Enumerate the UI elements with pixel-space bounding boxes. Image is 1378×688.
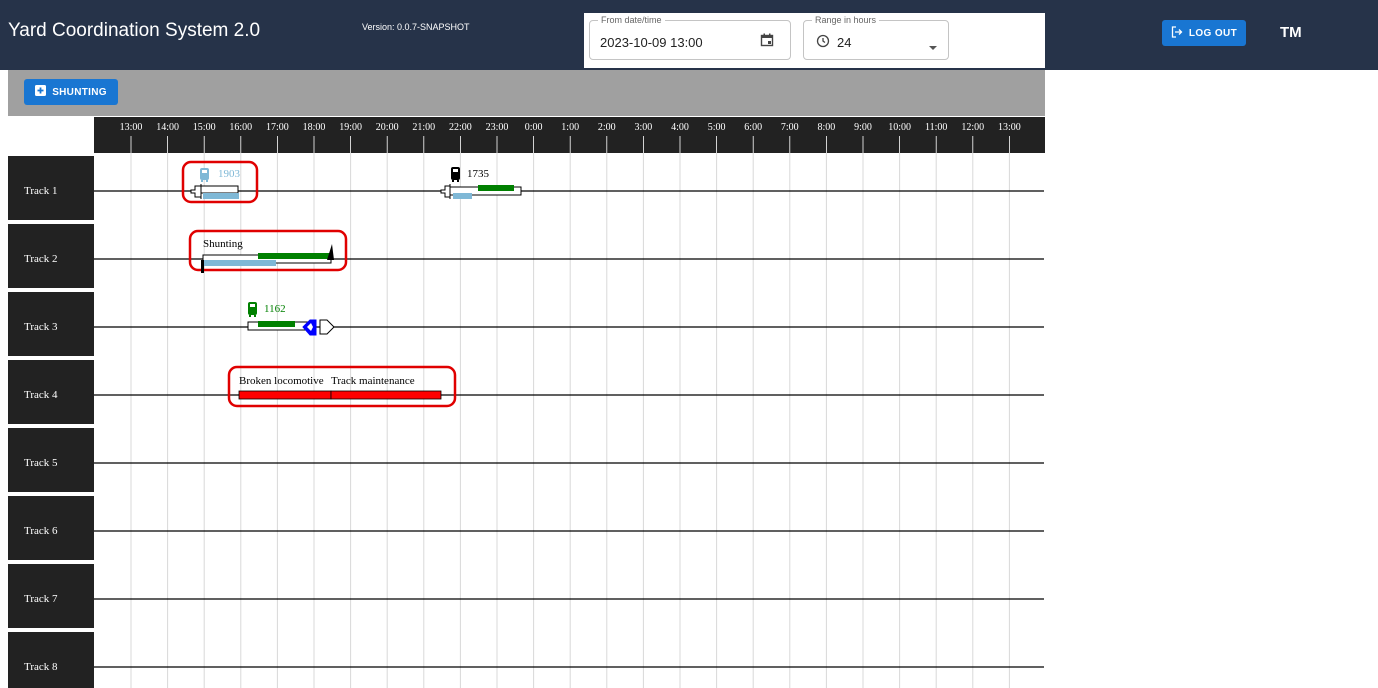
chevron-down-icon[interactable] bbox=[928, 38, 938, 56]
from-date-value[interactable]: 2023-10-09 13:00 bbox=[600, 35, 703, 50]
track-row: Track 4 bbox=[8, 360, 1044, 424]
track-label: Track 7 bbox=[24, 593, 58, 605]
clock-icon bbox=[816, 34, 830, 53]
locomotive-icon bbox=[451, 167, 460, 182]
app-title: Yard Coordination System 2.0 bbox=[8, 20, 261, 41]
locomotive-number: 1903 bbox=[218, 168, 241, 180]
exit-marker bbox=[319, 319, 335, 335]
track-row: Track 8 bbox=[8, 632, 1044, 688]
hour-label: 8:00 bbox=[818, 122, 836, 133]
range-hours-label: Range in hours bbox=[812, 14, 880, 26]
event-1162[interactable]: 1162 bbox=[247, 302, 335, 336]
track-label: Track 4 bbox=[24, 389, 58, 401]
hour-label: 12:00 bbox=[961, 122, 984, 133]
hour-label: 2:00 bbox=[598, 122, 616, 133]
event-bar bbox=[200, 185, 239, 194]
hour-grid bbox=[130, 153, 1010, 688]
event-bar-green bbox=[478, 185, 514, 191]
from-date-field[interactable]: From date/time 2023-10-09 13:00 bbox=[589, 14, 791, 60]
track-label: Track 6 bbox=[24, 525, 58, 537]
track-label: Track 2 bbox=[24, 253, 58, 265]
track-rows: Track 1 Track 2 Track 3 Track 4 Track 5 Track… bbox=[8, 156, 1044, 688]
event-1903[interactable]: 1903 bbox=[181, 160, 259, 204]
hour-label: 5:00 bbox=[708, 122, 726, 133]
start-marker bbox=[201, 260, 204, 273]
event-1735[interactable]: 1735 bbox=[440, 167, 522, 199]
hour-label: 17:00 bbox=[266, 122, 289, 133]
locomotive-icon bbox=[248, 302, 257, 317]
hour-label: 22:00 bbox=[449, 122, 472, 133]
event-title: Shunting bbox=[203, 238, 243, 250]
hour-label: 15:00 bbox=[193, 122, 216, 133]
event-bar-green bbox=[258, 321, 295, 327]
hour-label: 7:00 bbox=[781, 122, 799, 133]
arrival-marker bbox=[440, 184, 451, 199]
app-header: Yard Coordination System 2.0 Version: 0.… bbox=[0, 0, 1378, 70]
hour-label: 19:00 bbox=[339, 122, 362, 133]
yard-timeline: 13:00 14:00 15:00 16:00 17:00 18:00 19:00 20:00… bbox=[8, 117, 1045, 688]
locomotive-icon bbox=[200, 168, 209, 182]
end-marker bbox=[327, 244, 334, 260]
track-maintenance-label: Track maintenance bbox=[331, 375, 415, 387]
hour-label: 13:00 bbox=[998, 122, 1021, 133]
filter-panel: From date/time 2023-10-09 13:00 Range in… bbox=[584, 13, 1045, 68]
track-label-box[interactable] bbox=[8, 632, 94, 688]
range-hours-field[interactable]: Range in hours 24 bbox=[803, 14, 949, 60]
hour-label: 20:00 bbox=[376, 122, 399, 133]
hour-label: 6:00 bbox=[744, 122, 762, 133]
track-row: Track 1 bbox=[8, 156, 1044, 220]
hour-label: 16:00 bbox=[229, 122, 252, 133]
calendar-icon[interactable] bbox=[760, 33, 774, 52]
broken-locomotive-bar bbox=[238, 390, 332, 400]
event-bar-light bbox=[204, 260, 276, 266]
locomotive-number: 1162 bbox=[264, 303, 286, 315]
hour-label: 1:00 bbox=[561, 122, 579, 133]
add-shunting-button[interactable]: SHUNTING bbox=[24, 79, 118, 105]
user-initials[interactable]: TM bbox=[1280, 24, 1302, 41]
hour-label: 21:00 bbox=[412, 122, 435, 133]
event-shunting[interactable]: Shunting bbox=[188, 229, 348, 273]
event-bar-light bbox=[203, 193, 239, 199]
shunting-button-label: SHUNTING bbox=[52, 86, 107, 98]
track-label: Track 1 bbox=[24, 185, 58, 197]
track-maintenance-bar bbox=[330, 390, 442, 400]
event-track4-blocks[interactable]: Broken locomotive Track maintenance bbox=[227, 365, 457, 408]
logout-label: LOG OUT bbox=[1188, 27, 1238, 39]
hour-label: 11:00 bbox=[925, 122, 947, 133]
from-date-label: From date/time bbox=[598, 14, 665, 26]
event-bar-light bbox=[453, 193, 472, 199]
add-box-icon bbox=[35, 85, 47, 99]
broken-locomotive-label: Broken locomotive bbox=[239, 375, 324, 387]
hour-label: 14:00 bbox=[156, 122, 179, 133]
version-label: Version: 0.0.7-SNAPSHOT bbox=[362, 22, 470, 32]
hour-label: 23:00 bbox=[486, 122, 509, 133]
logout-icon bbox=[1171, 25, 1183, 41]
track-label: Track 3 bbox=[24, 321, 58, 333]
track-row: Track 7 bbox=[8, 564, 1044, 628]
hour-label: 10:00 bbox=[888, 122, 911, 133]
hour-label: 3:00 bbox=[635, 122, 653, 133]
logout-button[interactable]: LOG OUT bbox=[1162, 20, 1246, 46]
track-label: Track 8 bbox=[24, 661, 58, 673]
range-hours-value[interactable]: 24 bbox=[837, 35, 851, 50]
action-toolbar: SHUNTING bbox=[8, 70, 1045, 116]
hour-label: 4:00 bbox=[671, 122, 689, 133]
locomotive-number: 1735 bbox=[467, 168, 490, 180]
track-row: Track 3 bbox=[8, 292, 1044, 356]
track-label: Track 5 bbox=[24, 457, 58, 469]
hour-label: 13:00 bbox=[120, 122, 143, 133]
arrival-marker bbox=[190, 184, 202, 199]
hour-label: 9:00 bbox=[854, 122, 872, 133]
event-bar-green bbox=[258, 253, 331, 259]
track-row: Track 6 bbox=[8, 496, 1044, 560]
hour-label: 18:00 bbox=[303, 122, 326, 133]
track-row: Track 5 bbox=[8, 428, 1044, 492]
track-row: Track 2 bbox=[8, 224, 1044, 288]
hour-label: 0:00 bbox=[525, 122, 543, 133]
